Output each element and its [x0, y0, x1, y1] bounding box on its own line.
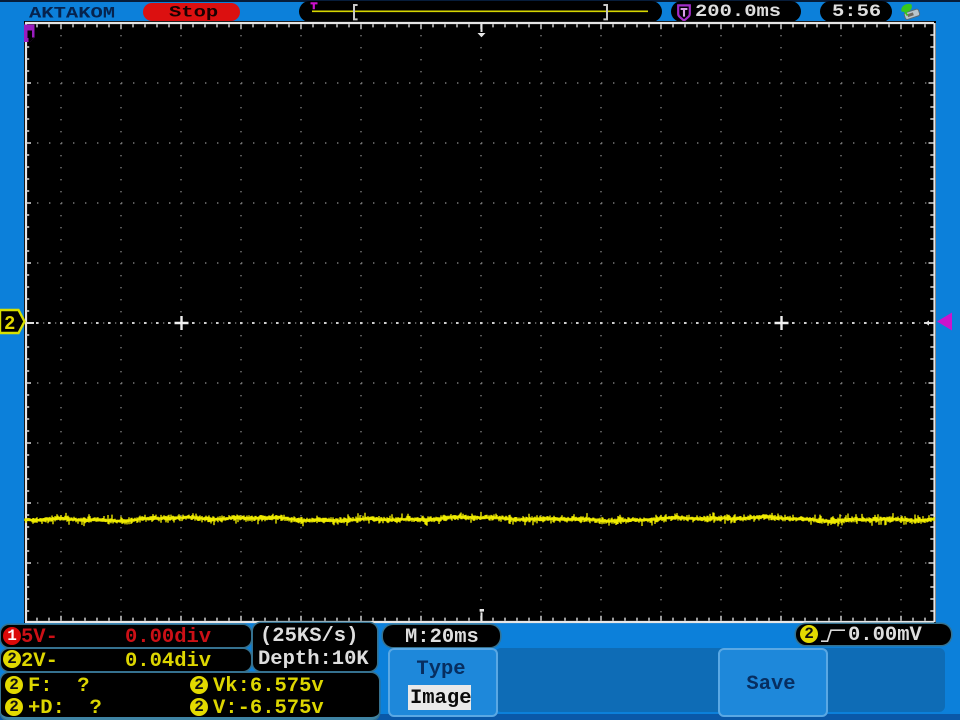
svg-text:2: 2: [4, 313, 15, 335]
